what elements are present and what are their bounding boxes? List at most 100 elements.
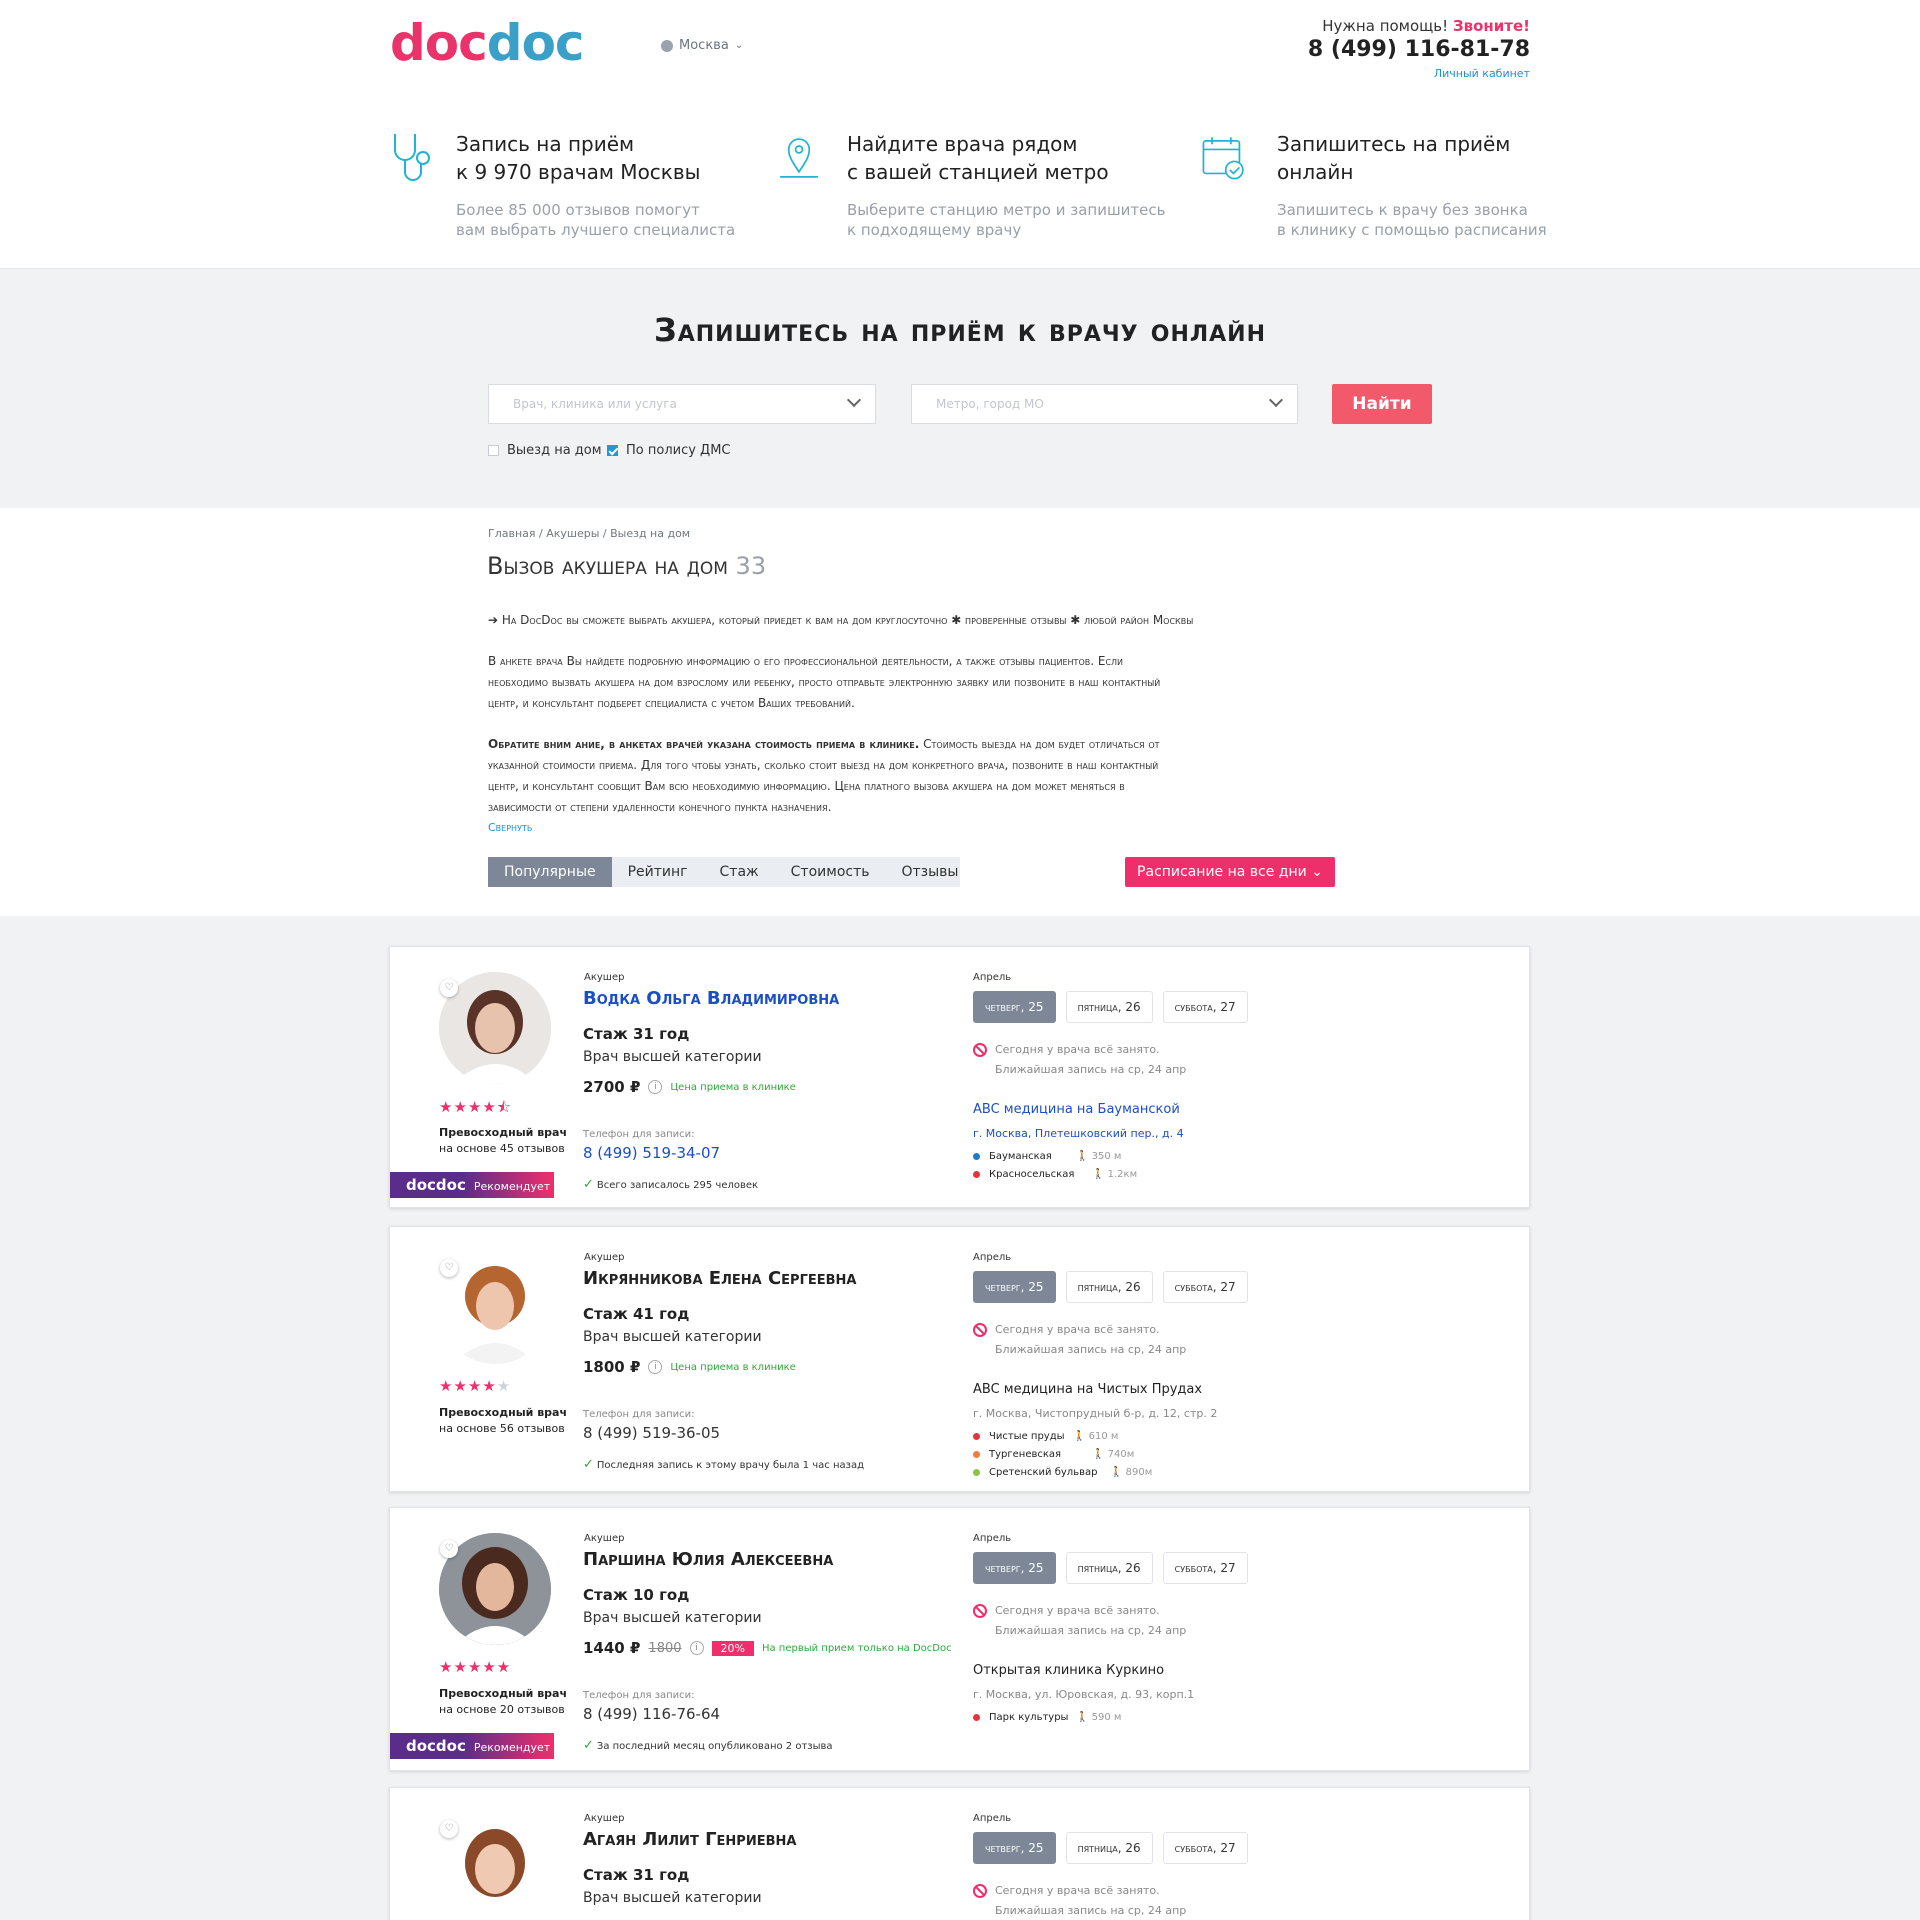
doctor-card[interactable]: ♡ Акушер Агаян Лилит Генриевна Стаж 31 г… [389, 1787, 1530, 1920]
walking-distance: 🚶 1.2км [1092, 1169, 1138, 1180]
day-tab[interactable]: суббота, 27 [1162, 991, 1248, 1023]
discount-badge: 20% [711, 1640, 754, 1656]
metro-line-dot [973, 1433, 980, 1440]
metro-station: Бауманская [973, 1151, 1052, 1162]
day-tab[interactable]: пятница, 26 [1065, 1832, 1153, 1864]
day-tab[interactable]: четверг, 25 [973, 1271, 1056, 1303]
doctor-card[interactable]: ♡ ★★★★★ Превосходный врач на основе 20 от… [389, 1507, 1530, 1771]
find-button[interactable]: Найти [1332, 384, 1432, 424]
walking-distance: 🚶 350 м [1076, 1151, 1122, 1162]
clinic-name[interactable]: ABC медицина на Чистых Прудах [973, 1382, 1202, 1397]
doctor-card[interactable]: ♡ ★★★★⯪ Превосходный врач на основе 45 от… [389, 946, 1530, 1208]
schedule-month: Апрель [973, 972, 1012, 983]
no-entry-icon [973, 1043, 987, 1057]
contact-phone[interactable]: 8 (499) 116-81-78 [1308, 37, 1530, 62]
doctor-name[interactable]: Паршина Юлия Алексеевна [583, 1549, 833, 1570]
help-text: Нужна помощь! Звоните! [1322, 17, 1530, 35]
doctor-name[interactable]: Икрянникова Елена Сергеевна [583, 1268, 856, 1289]
day-tab[interactable]: четверг, 25 [973, 1552, 1056, 1584]
sort-rating[interactable]: Рейтинг [612, 857, 704, 887]
search-section: Запишитесь на приём к врачу онлайн Врач,… [0, 268, 1920, 508]
clinic-address[interactable]: г. Москва, ул. Юровская, д. 93, корп.1 [973, 1688, 1194, 1701]
info-icon[interactable]: i [648, 1360, 663, 1374]
schedule-days: четверг, 25 пятница, 26 суббота, 27 [973, 1271, 1248, 1303]
checkbox-unchecked[interactable] [488, 445, 499, 456]
doctor-name[interactable]: Водка Ольга Владимировна [583, 988, 839, 1009]
doctor-category: Врач высшей категории [583, 1610, 762, 1626]
old-price: 1800 [648, 1640, 682, 1656]
favorite-heart-icon[interactable]: ♡ [440, 979, 458, 997]
docdoc-logo[interactable]: docdoc [390, 14, 585, 72]
schedule-month: Апрель [973, 1813, 1012, 1824]
home-visit-checkbox[interactable]: Выезд на дом [488, 443, 602, 458]
stethoscope-icon [394, 134, 430, 181]
info-icon[interactable]: i [689, 1641, 704, 1655]
metro-station: Тургеневская [973, 1449, 1061, 1460]
clinic-name[interactable]: ABC медицина на Бауманской [973, 1102, 1180, 1117]
doctor-price: 1800 ₽ i Цена приема в клинике [583, 1358, 796, 1376]
day-tab[interactable]: четверг, 25 [973, 991, 1056, 1023]
doctor-specialty: Акушер [584, 1533, 625, 1544]
day-tab[interactable]: пятница, 26 [1065, 991, 1153, 1023]
busy-notice: Сегодня у врача всё занято. Ближайшая зап… [973, 1601, 1186, 1641]
sort-reviews[interactable]: Отзывы [885, 857, 974, 887]
sort-price[interactable]: Стоимость [775, 857, 886, 887]
checkbox-checked[interactable] [607, 445, 618, 456]
favorite-heart-icon[interactable]: ♡ [440, 1259, 458, 1277]
doctor-specialty: Акушер [584, 1813, 625, 1824]
dms-checkbox[interactable]: По полису ДМС [607, 443, 731, 458]
page-title: Вызов акушера на дом 33 [487, 552, 767, 580]
doctor-card[interactable]: ♡ ★★★★★ Превосходный врач на основе 56 от… [389, 1226, 1530, 1492]
schedule-month: Апрель [973, 1533, 1012, 1544]
city-label: Москва [679, 38, 729, 53]
rating-stars: ★★★★★ [439, 1377, 512, 1395]
clinic-address[interactable]: г. Москва, Плетешковский пер., д. 4 [973, 1127, 1184, 1140]
day-tab[interactable]: суббота, 27 [1162, 1552, 1248, 1584]
breadcrumb[interactable]: Главная / Акушеры / Выезд на дом [488, 527, 690, 540]
busy-notice: Сегодня у врача всё занято. Ближайшая зап… [973, 1040, 1186, 1080]
favorite-heart-icon[interactable]: ♡ [440, 1540, 458, 1558]
city-selector[interactable]: Москва ⌄ [661, 38, 743, 53]
schedule-month: Апрель [973, 1252, 1012, 1263]
doctor-name[interactable]: Агаян Лилит Генриевна [583, 1829, 796, 1850]
collapse-link[interactable]: Свернуть [488, 821, 532, 834]
rating-text: Превосходный врач на основе 45 отзывов [439, 1126, 568, 1155]
phone-label: Телефон для записи: [583, 1129, 695, 1140]
doctor-phone[interactable]: 8 (499) 519-34-07 [583, 1144, 720, 1162]
sort-experience[interactable]: Стаж [704, 857, 775, 887]
doctor-phone[interactable]: 8 (499) 116-76-64 [583, 1705, 720, 1723]
metro-line-dot [973, 1469, 980, 1476]
doctor-experience: Стаж 41 год [583, 1305, 690, 1323]
personal-cabinet-link[interactable]: Личный кабинет [1434, 67, 1530, 80]
rating-stars: ★★★★★ [439, 1658, 512, 1676]
chevron-down-icon [846, 392, 862, 408]
metro-station: Красносельская [973, 1169, 1074, 1180]
clinic-address[interactable]: г. Москва, Чистопрудный б-р, д. 12, стр.… [973, 1407, 1217, 1420]
day-tab[interactable]: пятница, 26 [1065, 1552, 1153, 1584]
schedule-all-days-button[interactable]: Расписание на все дни ⌄ [1125, 857, 1335, 887]
recommend-badge: docdoc Рекомендует [390, 1733, 554, 1759]
sort-tabs: Популярные Рейтинг Стаж Стоимость Отзывы [488, 857, 960, 887]
clinic-name[interactable]: Открытая клиника Куркино [973, 1663, 1164, 1678]
favorite-heart-icon[interactable]: ♡ [440, 1820, 458, 1838]
phone-label: Телефон для записи: [583, 1409, 695, 1420]
rating-text: Превосходный врач на основе 20 отзывов [439, 1687, 568, 1716]
doctor-specialty: Акушер [584, 972, 625, 983]
day-tab[interactable]: пятница, 26 [1065, 1271, 1153, 1303]
chevron-down-icon [1268, 392, 1284, 408]
walking-distance: 🚶 610 м [1073, 1431, 1119, 1442]
metro-station: Чистые пруды [973, 1431, 1065, 1442]
day-tab[interactable]: суббота, 27 [1162, 1271, 1248, 1303]
no-entry-icon [973, 1884, 987, 1898]
metro-search-input[interactable]: Метро, город МО [911, 384, 1298, 424]
doctor-experience: Стаж 31 год [583, 1866, 690, 1884]
walking-distance: 🚶 740м [1092, 1449, 1135, 1460]
doctor-search-input[interactable]: Врач, клиника или услуга [488, 384, 876, 424]
site-header: docdoc Москва ⌄ Нужна помощь! Звоните! 8… [0, 0, 1920, 268]
day-tab[interactable]: четверг, 25 [973, 1832, 1056, 1864]
doctor-phone[interactable]: 8 (499) 519-36-05 [583, 1424, 720, 1442]
sort-popular[interactable]: Популярные [488, 857, 612, 887]
check-icon: ✓ [583, 1738, 594, 1753]
day-tab[interactable]: суббота, 27 [1162, 1832, 1248, 1864]
info-icon[interactable]: i [648, 1080, 663, 1094]
